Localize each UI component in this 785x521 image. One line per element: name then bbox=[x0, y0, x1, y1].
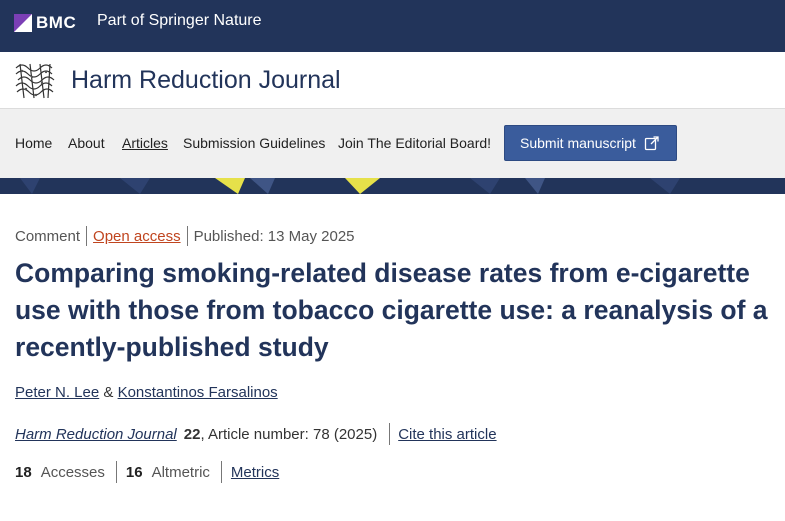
altmetric-label: Altmetric bbox=[151, 463, 210, 481]
divider bbox=[220, 461, 222, 483]
submit-manuscript-button[interactable]: Submit manuscript bbox=[504, 125, 677, 161]
bmc-logo-icon bbox=[14, 14, 32, 32]
author-joiner: & bbox=[103, 384, 114, 401]
metrics-link[interactable]: Metrics bbox=[231, 464, 279, 481]
divider bbox=[86, 226, 88, 246]
published-date: Published: 13 May 2025 bbox=[193, 227, 355, 245]
divider bbox=[115, 461, 117, 483]
journal-wave-logo-icon[interactable] bbox=[14, 60, 56, 102]
submit-manuscript-label: Submit manuscript bbox=[520, 135, 636, 151]
author-list: Peter N. Lee & Konstantinos Farsalinos bbox=[15, 384, 278, 401]
journal-title[interactable]: Harm Reduction Journal bbox=[71, 66, 341, 95]
article-type: Comment bbox=[15, 227, 81, 245]
metrics-row: 18 Accesses 16 Altmetric Metrics bbox=[15, 461, 279, 483]
citation-details: , Article number: 78 (2025) bbox=[200, 425, 378, 443]
open-access-link[interactable]: Open access bbox=[93, 228, 181, 245]
nav-submission-guidelines[interactable]: Submission Guidelines bbox=[183, 135, 325, 151]
banner-pattern bbox=[20, 178, 680, 194]
bmc-logo[interactable]: BMC bbox=[14, 13, 76, 33]
citation-journal-link[interactable]: Harm Reduction Journal bbox=[15, 426, 177, 443]
accesses-label: Accesses bbox=[40, 463, 105, 481]
bmc-brand-text: BMC bbox=[36, 13, 77, 32]
nav-join-editorial-board[interactable]: Join The Editorial Board! bbox=[338, 135, 491, 151]
accesses-count: 18 bbox=[15, 463, 32, 481]
cite-this-article-link[interactable]: Cite this article bbox=[398, 426, 496, 443]
nav-articles[interactable]: Articles bbox=[122, 135, 168, 151]
nav-home[interactable]: Home bbox=[15, 135, 52, 151]
main-navigation: Home About Articles Submission Guideline… bbox=[0, 109, 785, 178]
author-link[interactable]: Peter N. Lee bbox=[15, 384, 99, 401]
external-link-icon bbox=[644, 136, 659, 151]
springer-tagline[interactable]: Part of Springer Nature bbox=[97, 12, 262, 30]
citation-row: Harm Reduction Journal 22 , Article numb… bbox=[15, 423, 497, 445]
altmetric-count: 16 bbox=[125, 463, 143, 481]
top-header-bar: BMC Part of Springer Nature bbox=[0, 0, 785, 52]
author-link[interactable]: Konstantinos Farsalinos bbox=[118, 384, 278, 401]
decorative-banner bbox=[0, 178, 785, 194]
citation-volume: 22 bbox=[183, 425, 201, 443]
divider bbox=[389, 423, 391, 445]
nav-about[interactable]: About bbox=[68, 135, 105, 151]
article-meta: Comment Open access Published: 13 May 20… bbox=[15, 226, 355, 246]
article-title: Comparing smoking-related disease rates … bbox=[15, 258, 768, 362]
journal-header: Harm Reduction Journal bbox=[0, 52, 785, 109]
divider bbox=[186, 226, 188, 246]
